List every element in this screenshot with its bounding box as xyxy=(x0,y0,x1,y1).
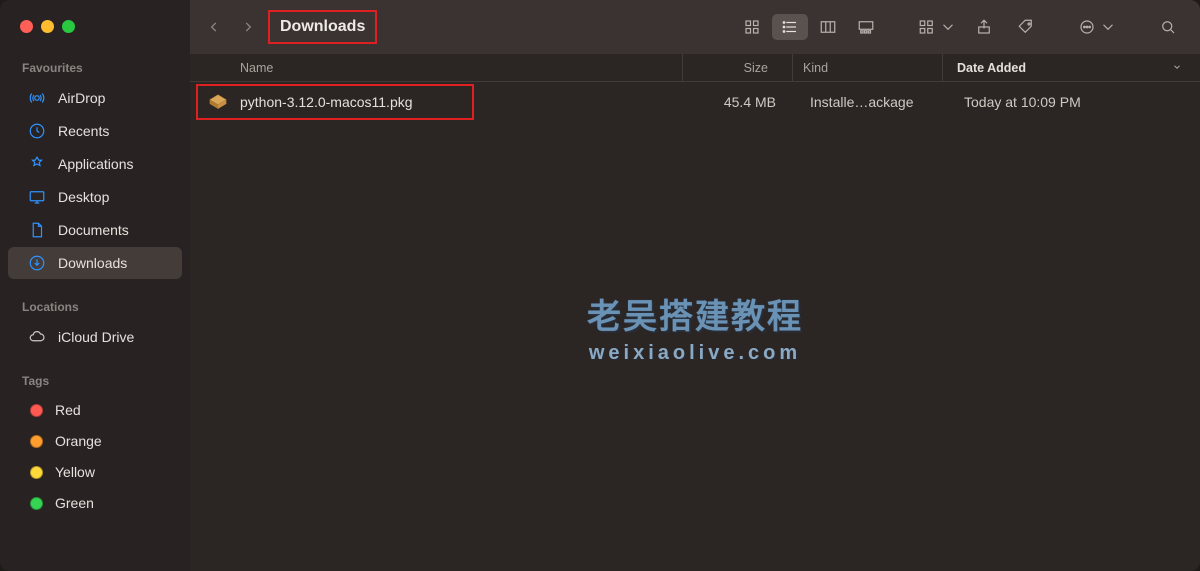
window-title: Downloads xyxy=(268,10,377,44)
toolbar: Downloads xyxy=(190,0,1200,54)
column-header-size[interactable]: Size xyxy=(682,54,792,81)
file-date: Today at 10:09 PM xyxy=(950,82,1200,122)
tag-dot-icon xyxy=(30,435,43,448)
maximize-window-button[interactable] xyxy=(62,20,75,33)
sidebar-item-label: Recents xyxy=(58,123,109,139)
sidebar-item-label: Desktop xyxy=(58,189,109,205)
download-icon xyxy=(28,254,46,272)
search-button[interactable] xyxy=(1150,14,1186,40)
annotation-highlight xyxy=(196,84,474,120)
column-header-label: Date Added xyxy=(957,61,1026,75)
sidebar-item-airdrop[interactable]: AirDrop xyxy=(8,82,182,114)
sidebar-item-label: Applications xyxy=(58,156,134,172)
back-button[interactable] xyxy=(200,13,228,41)
sidebar-item-applications[interactable]: Applications xyxy=(8,148,182,180)
column-header-kind[interactable]: Kind xyxy=(792,54,942,81)
view-gallery-button[interactable] xyxy=(848,14,884,40)
column-header-date[interactable]: Date Added xyxy=(942,54,1192,81)
close-window-button[interactable] xyxy=(20,20,33,33)
view-mode-group xyxy=(734,14,884,40)
watermark-line1: 老吴搭建教程 xyxy=(587,289,803,338)
file-size: 45.4 MB xyxy=(690,82,800,122)
sidebar-item-icloud[interactable]: iCloud Drive xyxy=(8,321,182,353)
sidebar-item-label: Documents xyxy=(58,222,129,238)
share-button[interactable] xyxy=(966,14,1002,40)
minimize-window-button[interactable] xyxy=(41,20,54,33)
applications-icon xyxy=(28,155,46,173)
tag-dot-icon xyxy=(30,404,43,417)
sidebar-item-label: Green xyxy=(55,495,94,511)
clock-icon xyxy=(28,122,46,140)
sidebar-item-label: AirDrop xyxy=(58,90,105,106)
sidebar-heading-favourites: Favourites xyxy=(0,55,190,81)
watermark-line2: weixiaolive.com xyxy=(587,342,803,365)
sidebar-item-label: Downloads xyxy=(58,255,127,271)
tags-button[interactable] xyxy=(1008,14,1044,40)
sidebar-tag-green[interactable]: Green xyxy=(8,488,182,518)
cloud-icon xyxy=(28,328,46,346)
sidebar: Favourites AirDrop Recents Applications … xyxy=(0,0,190,571)
document-icon xyxy=(28,221,46,239)
sidebar-heading-locations: Locations xyxy=(0,294,190,320)
group-by-button[interactable] xyxy=(914,14,960,40)
airdrop-icon xyxy=(28,89,46,107)
sidebar-tag-red[interactable]: Red xyxy=(8,395,182,425)
file-kind: Installe…ackage xyxy=(800,82,950,122)
sidebar-item-label: Orange xyxy=(55,433,102,449)
sidebar-item-desktop[interactable]: Desktop xyxy=(8,181,182,213)
sidebar-heading-tags: Tags xyxy=(0,368,190,394)
action-menu-button[interactable] xyxy=(1074,14,1120,40)
watermark: 老吴搭建教程 weixiaolive.com xyxy=(587,289,803,365)
sidebar-item-documents[interactable]: Documents xyxy=(8,214,182,246)
sidebar-item-recents[interactable]: Recents xyxy=(8,115,182,147)
tag-dot-icon xyxy=(30,497,43,510)
desktop-icon xyxy=(28,188,46,206)
sidebar-tag-yellow[interactable]: Yellow xyxy=(8,457,182,487)
sidebar-tag-orange[interactable]: Orange xyxy=(8,426,182,456)
column-headers: Name Size Kind Date Added xyxy=(190,54,1200,82)
view-list-button[interactable] xyxy=(772,14,808,40)
finder-window: Favourites AirDrop Recents Applications … xyxy=(0,0,1200,571)
sidebar-item-label: iCloud Drive xyxy=(58,329,134,345)
forward-button[interactable] xyxy=(234,13,262,41)
view-columns-button[interactable] xyxy=(810,14,846,40)
tag-dot-icon xyxy=(30,466,43,479)
sidebar-item-label: Yellow xyxy=(55,464,95,480)
file-list[interactable]: python-3.12.0-macos11.pkg 45.4 MB Instal… xyxy=(190,82,1200,571)
window-controls xyxy=(0,16,190,55)
sort-caret-icon xyxy=(1172,61,1182,75)
view-icons-button[interactable] xyxy=(734,14,770,40)
sidebar-item-label: Red xyxy=(55,402,81,418)
column-header-name[interactable]: Name xyxy=(190,61,682,75)
main-pane: Downloads Name Size Kind Date Added xyxy=(190,0,1200,571)
sidebar-item-downloads[interactable]: Downloads xyxy=(8,247,182,279)
